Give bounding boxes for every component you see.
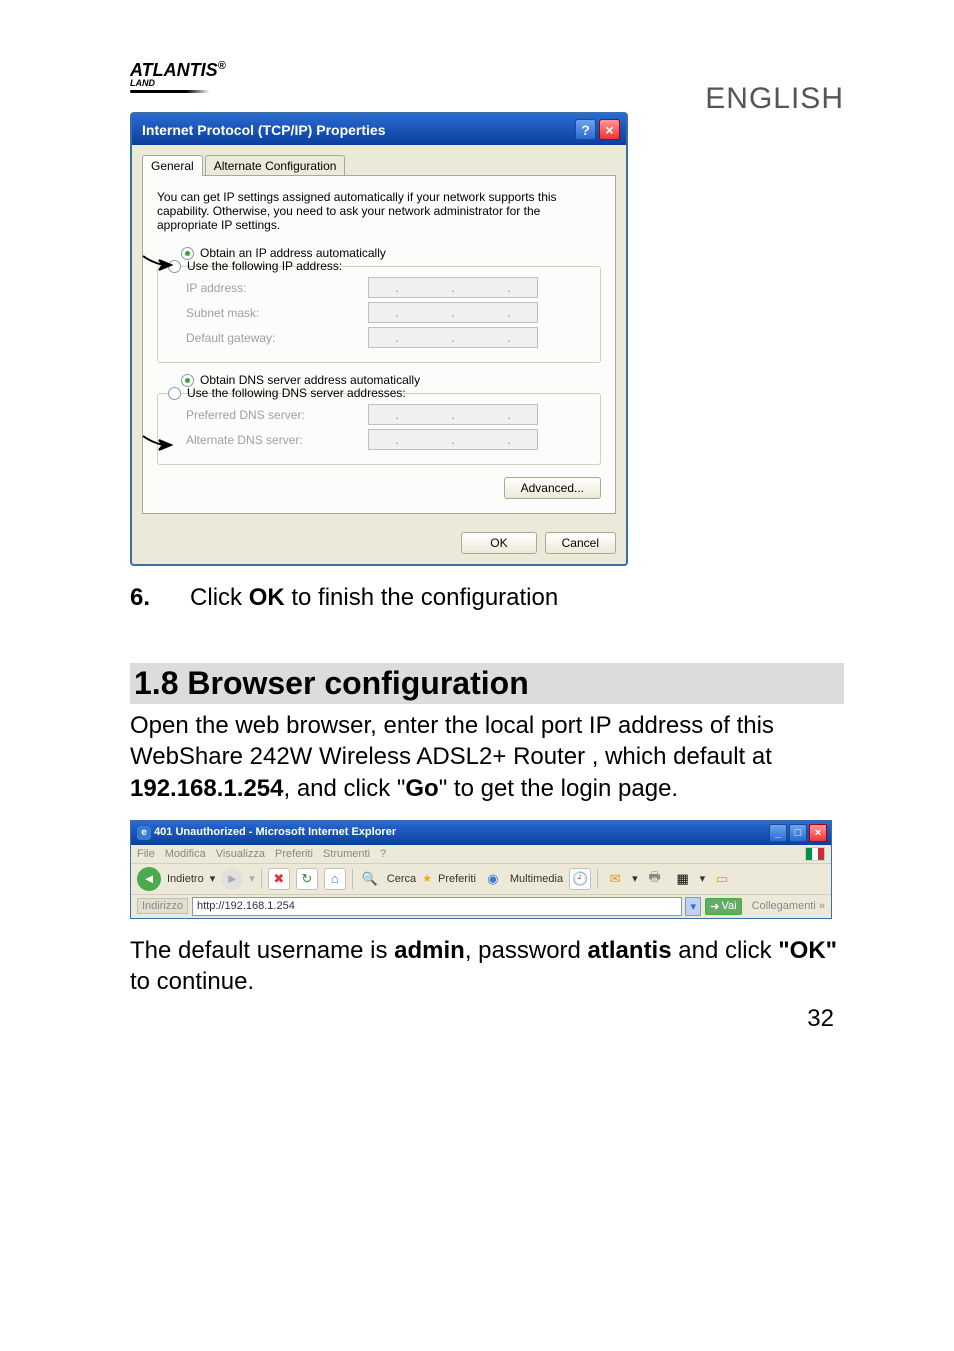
stop-icon[interactable]: ✖	[268, 868, 290, 890]
favorites-icon[interactable]: ★	[422, 872, 432, 885]
step-6-text: 6. Click OK to finish the configuration	[130, 582, 844, 613]
dialog-title: Internet Protocol (TCP/IP) Properties	[142, 122, 385, 138]
step-number: 6.	[130, 584, 150, 611]
advanced-button[interactable]: Advanced...	[504, 477, 601, 499]
help-icon[interactable]: ?	[575, 119, 596, 140]
radio-use-following-dns-label: Use the following DNS server addresses:	[187, 386, 406, 400]
dialog-info-text: You can get IP settings assigned automat…	[157, 190, 601, 232]
menu-visualizza[interactable]: Visualizza	[216, 848, 265, 860]
preferred-dns-input: ...	[368, 404, 538, 425]
radio-use-following-ip-label: Use the following IP address:	[187, 259, 342, 273]
favorites-label[interactable]: Preferiti	[438, 873, 476, 885]
menu-file[interactable]: File	[137, 848, 155, 860]
dns-fieldset: Use the following DNS server addresses: …	[157, 393, 601, 465]
address-input[interactable]: http://192.168.1.254	[192, 897, 682, 916]
back-icon[interactable]: ◄	[137, 867, 161, 891]
back-label[interactable]: Indietro	[167, 873, 204, 885]
close-icon[interactable]: ×	[599, 119, 620, 140]
browser-menubar: File Modifica Visualizza Preferiti Strum…	[131, 845, 831, 864]
print-icon[interactable]: 🖶	[644, 868, 666, 890]
ip-address-input: ...	[368, 277, 538, 298]
edit-icon[interactable]: ▦	[672, 868, 694, 890]
language-label: ENGLISH	[705, 82, 844, 116]
credentials-paragraph: The default username is admin, password …	[130, 935, 844, 997]
multimedia-icon[interactable]: ◉	[482, 868, 504, 890]
discuss-icon[interactable]: ▭	[711, 868, 733, 890]
radio-obtain-ip-auto[interactable]	[181, 247, 194, 260]
history-icon[interactable]: 🕘	[569, 868, 591, 890]
subnet-mask-label: Subnet mask:	[168, 306, 368, 320]
annotation-arrow-icon	[141, 254, 173, 276]
browser-config-paragraph: Open the web browser, enter the local po…	[130, 710, 844, 804]
alternate-dns-input: ...	[368, 429, 538, 450]
logo-text: ATLANTIS	[130, 60, 218, 80]
dialog-tabs: General Alternate Configuration	[142, 155, 616, 176]
flag-icon	[805, 847, 825, 861]
brand-logo: ATLANTIS® LAND	[130, 60, 226, 93]
browser-toolbar: ◄ Indietro ▾ ► ▾ ✖ ↻ ⌂ 🔍 Cerca ★ Preferi…	[131, 864, 831, 895]
browser-window: e 401 Unauthorized - Microsoft Internet …	[130, 820, 832, 919]
annotation-arrow-icon	[141, 434, 173, 456]
default-gateway-input: ...	[368, 327, 538, 348]
address-dropdown-icon[interactable]: ▾	[685, 897, 701, 916]
browser-title: 401 Unauthorized - Microsoft Internet Ex…	[154, 826, 396, 838]
page-number: 32	[807, 1005, 834, 1033]
home-icon[interactable]: ⌂	[324, 868, 346, 890]
radio-obtain-dns-auto-label: Obtain DNS server address automatically	[200, 373, 420, 387]
radio-obtain-dns-auto[interactable]	[181, 374, 194, 387]
maximize-icon[interactable]: □	[789, 824, 807, 842]
forward-icon[interactable]: ►	[221, 868, 243, 890]
minimize-icon[interactable]: _	[769, 824, 787, 842]
menu-help[interactable]: ?	[380, 848, 386, 860]
section-heading: 1.8 Browser configuration	[130, 663, 844, 704]
links-label[interactable]: Collegamenti »	[746, 900, 825, 912]
ok-button[interactable]: OK	[461, 532, 536, 554]
tab-alternate[interactable]: Alternate Configuration	[205, 155, 346, 176]
tab-general[interactable]: General	[142, 155, 203, 176]
close-icon[interactable]: ×	[809, 824, 827, 842]
go-button[interactable]: ➜ Vai	[705, 898, 741, 915]
tcpip-properties-dialog: Internet Protocol (TCP/IP) Properties ? …	[130, 112, 628, 566]
menu-preferiti[interactable]: Preferiti	[275, 848, 313, 860]
search-label[interactable]: Cerca	[387, 873, 416, 885]
mail-icon[interactable]: ✉	[604, 868, 626, 890]
browser-titlebar[interactable]: e 401 Unauthorized - Microsoft Internet …	[131, 821, 831, 845]
refresh-icon[interactable]: ↻	[296, 868, 318, 890]
radio-obtain-ip-auto-label: Obtain an IP address automatically	[200, 246, 386, 260]
alternate-dns-label: Alternate DNS server:	[168, 433, 368, 447]
multimedia-label[interactable]: Multimedia	[510, 873, 563, 885]
default-gateway-label: Default gateway:	[168, 331, 368, 345]
address-label: Indirizzo	[137, 898, 188, 914]
radio-use-following-dns[interactable]	[168, 387, 181, 400]
preferred-dns-label: Preferred DNS server:	[168, 408, 368, 422]
menu-modifica[interactable]: Modifica	[165, 848, 206, 860]
dialog-titlebar[interactable]: Internet Protocol (TCP/IP) Properties ? …	[132, 114, 626, 145]
ip-address-label: IP address:	[168, 281, 368, 295]
cancel-button[interactable]: Cancel	[545, 532, 616, 554]
ie-icon: e	[137, 826, 151, 840]
browser-address-bar: Indirizzo http://192.168.1.254 ▾ ➜ Vai C…	[131, 895, 831, 918]
tab-panel-general: You can get IP settings assigned automat…	[142, 175, 616, 514]
search-icon[interactable]: 🔍	[359, 868, 381, 890]
ip-fieldset: Use the following IP address: IP address…	[157, 266, 601, 363]
menu-strumenti[interactable]: Strumenti	[323, 848, 370, 860]
subnet-mask-input: ...	[368, 302, 538, 323]
